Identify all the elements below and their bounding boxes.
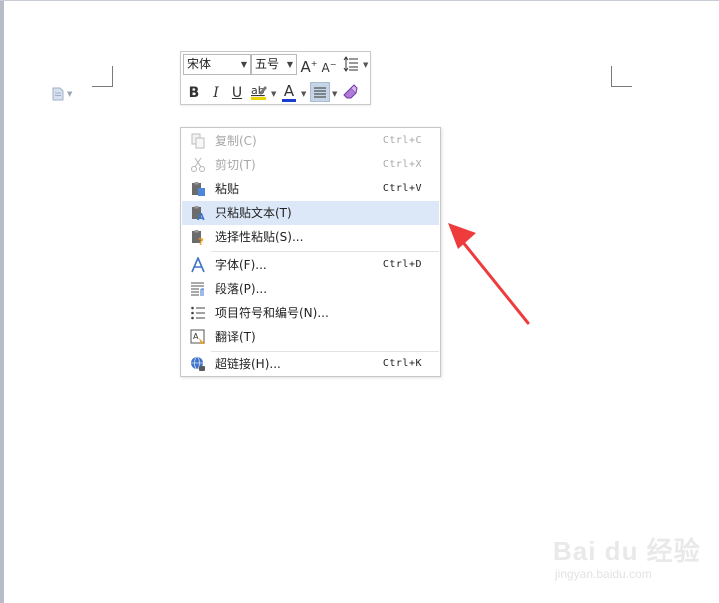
font-color-button[interactable]: A [280,81,298,102]
watermark-url: jingyan.baidu.com [555,567,652,581]
menu-item-cut[interactable]: 剪切(T) Ctrl+X [182,153,439,177]
line-spacing-button[interactable] [340,54,362,74]
underline-button[interactable]: U [228,83,246,103]
menu-item-shortcut: Ctrl+V [382,183,422,194]
translate-icon: A [190,329,205,344]
context-menu: 复制(C) Ctrl+C 剪切(T) Ctrl+X 粘贴 Ctrl+V A 只粘… [180,127,441,377]
menu-item-bullets[interactable]: 项目符号和编号(N)... [182,301,439,325]
paste-special-icon: ? [192,230,204,245]
menu-item-hyperlink[interactable]: 超链接(H)... Ctrl+K [182,352,439,376]
font-size-select[interactable]: 五号 ▼ [251,54,297,75]
menu-item-translate[interactable]: A 翻译(T) [182,325,439,349]
red-pointer-arrow [448,223,530,325]
bullets-icon [191,306,205,320]
chevron-down-icon: ▼ [332,90,338,98]
margin-corner-top-right [611,66,632,87]
chevron-down-icon: ▼ [271,90,277,98]
menu-item-shortcut: Ctrl+X [382,159,422,170]
menu-item-label: 选择性粘贴(S)... [215,230,304,244]
font-size-value: 五号 [255,57,280,71]
paste-icon [192,182,205,196]
align-justify-icon [314,87,326,98]
font-name-value: 宋体 [187,57,212,71]
highlighter-icon: ab [251,84,267,100]
menu-item-label: 剪切(T) [215,158,256,172]
italic-label: I [213,85,219,101]
hyperlink-icon [191,356,205,371]
grow-font-button[interactable]: A+ [300,54,318,76]
font-color-label: A [283,82,295,100]
italic-button[interactable]: I [207,83,225,103]
format-painter-button[interactable] [341,83,359,103]
floating-format-toolbar: 宋体 ▼ 五号 ▼ A+ A− ▼ B I U ab ▼ A ▼ ▼ [180,51,371,105]
paste-options-icon[interactable]: ▼ [52,86,78,102]
shrink-font-label: A [321,61,330,75]
menu-item-label: 翻译(T) [215,330,256,344]
menu-item-label: 项目符号和编号(N)... [215,306,329,320]
chevron-down-icon: ▼ [286,60,293,69]
menu-item-font[interactable]: 字体(F)... Ctrl+D [182,253,439,277]
watermark-brand: Bai du 经验 [553,536,701,566]
scissors-icon [191,157,205,172]
font-name-select[interactable]: 宋体 ▼ [183,54,251,75]
menu-item-paste-special[interactable]: ? 选择性粘贴(S)... [182,225,439,249]
window-left-border [0,0,4,603]
menu-item-shortcut: Ctrl+D [382,259,422,270]
font-color-swatch [282,99,296,102]
svg-text:A: A [193,332,199,341]
menu-item-paste[interactable]: 粘贴 Ctrl+V [182,177,439,201]
chevron-down-icon: ▼ [67,89,73,98]
menu-item-paste-text-only[interactable]: A 只粘贴文本(T) [182,201,439,225]
baidu-jingyan-watermark: Bai du 经验 jingyan.baidu.com [553,525,713,585]
bold-button[interactable]: B [185,83,203,103]
line-spacing-icon [343,56,358,72]
menu-item-label: 粘贴 [215,182,240,196]
menu-item-paragraph[interactable]: 段落(P)... [182,277,439,301]
eraser-icon [343,84,358,99]
menu-item-label: 超链接(H)... [215,357,281,371]
menu-item-label: 只粘贴文本(T) [215,206,292,220]
shrink-font-button[interactable]: A− [320,55,338,75]
chevron-down-icon: ▼ [301,90,307,98]
highlight-button[interactable]: ab [250,83,268,103]
paragraph-icon [191,282,204,296]
menu-separator [211,251,439,252]
menu-item-copy[interactable]: 复制(C) Ctrl+C [182,129,439,153]
bold-label: B [188,85,200,101]
menu-item-label: 复制(C) [215,134,257,148]
font-icon [191,257,205,273]
paste-text-icon: A [192,206,205,221]
copy-icon [191,133,205,149]
grow-font-label: A [300,58,311,76]
margin-corner-top-left [92,66,113,87]
svg-text:A: A [197,212,205,221]
underline-label: U [231,85,243,101]
document-icon [52,87,64,101]
svg-text:?: ? [198,237,204,245]
align-button[interactable] [310,82,330,102]
document-page: ▼ 宋体 ▼ 五号 ▼ A+ A− ▼ B I U ab ▼ A ▼ ▼ 复制(… [0,0,719,603]
menu-item-shortcut: Ctrl+K [382,358,422,369]
menu-item-label: 段落(P)... [215,282,268,296]
chevron-down-icon: ▼ [240,60,247,69]
window-top-border [0,0,719,1]
menu-item-shortcut: Ctrl+C [382,135,422,146]
menu-item-label: 字体(F)... [215,258,267,272]
chevron-down-icon: ▼ [363,61,369,69]
